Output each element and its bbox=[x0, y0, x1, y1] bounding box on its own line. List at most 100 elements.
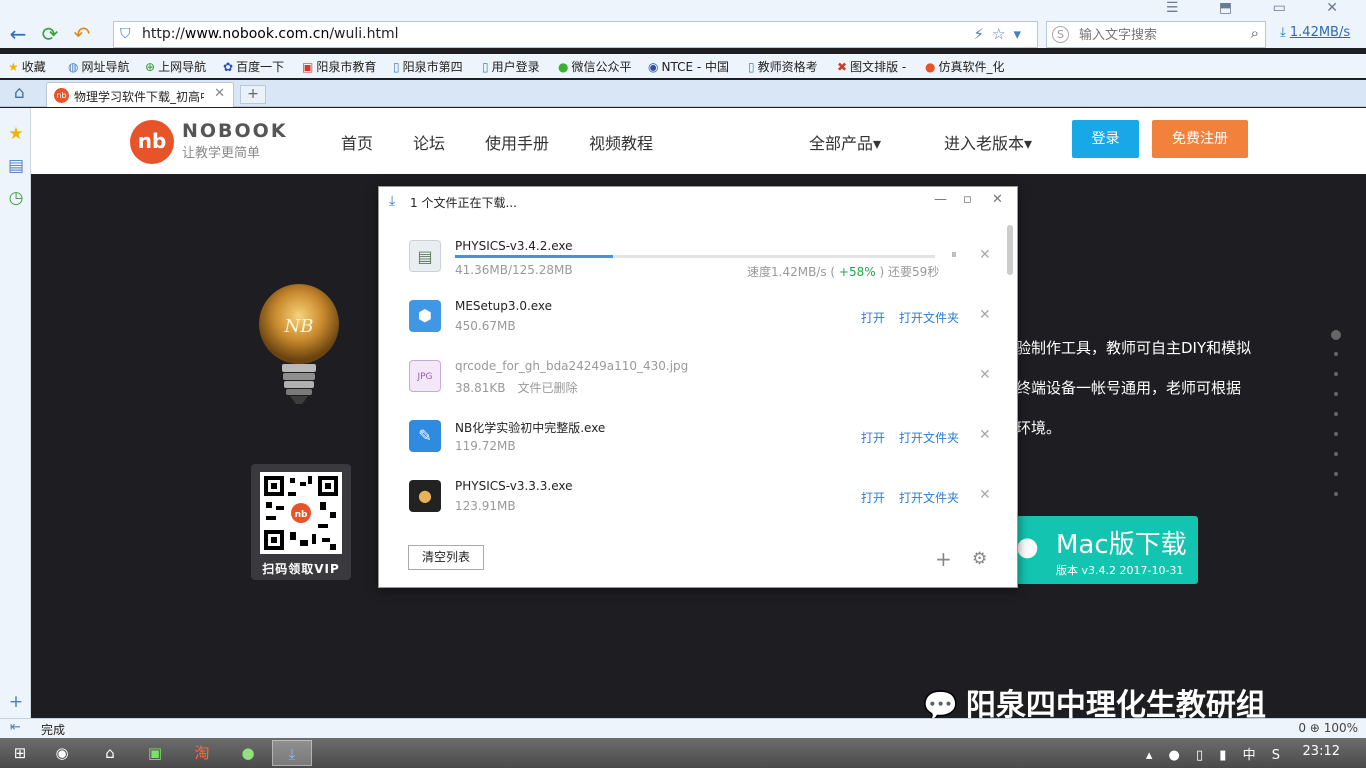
remove-icon[interactable]: ✕ bbox=[979, 487, 991, 503]
nav-products[interactable]: 全部产品▾ bbox=[809, 130, 881, 154]
download-rate-indicator[interactable]: ⤓ 1.42MB/s bbox=[1280, 25, 1350, 40]
nav-forum[interactable]: 论坛 bbox=[413, 130, 445, 154]
page-indicator-dot[interactable] bbox=[1334, 432, 1338, 436]
maximize-icon[interactable]: ▫ bbox=[963, 192, 972, 207]
page-indicator-dot[interactable] bbox=[1334, 472, 1338, 476]
download-row[interactable]: ● PHYSICS-v3.3.3.exe 123.91MB 打开 打开文件夹 ✕ bbox=[379, 467, 1009, 527]
clear-list-button[interactable]: 清空列表 bbox=[408, 545, 484, 570]
dialog-scrollbar[interactable] bbox=[1007, 225, 1013, 275]
close-icon[interactable]: ✕ bbox=[992, 192, 1003, 207]
refresh-icon[interactable]: ⟳ bbox=[38, 22, 62, 46]
file-name: qrcode_for_gh_bda24249a110_430.jpg bbox=[455, 359, 689, 373]
system-clock[interactable]: 23:12 bbox=[1303, 744, 1340, 759]
page-icon: ▯ bbox=[393, 60, 400, 74]
address-bar[interactable]: ⛉ http://www.nobook.com.cn/wuli.html ⚡☆▾ bbox=[113, 21, 1038, 48]
search-engine-icon[interactable]: S bbox=[1052, 26, 1069, 43]
nav-videos[interactable]: 视频教程 bbox=[589, 130, 653, 154]
address-tools[interactable]: ⚡☆▾ bbox=[973, 25, 1029, 43]
download-row[interactable]: JPG qrcode_for_gh_bda24249a110_430.jpg 3… bbox=[379, 347, 1009, 407]
bookmark-item[interactable]: ▯ 用户登录 bbox=[482, 58, 540, 75]
zoom-icon[interactable]: ⊕ bbox=[1310, 721, 1320, 735]
open-link[interactable]: 打开 bbox=[861, 489, 885, 506]
reading-list-icon[interactable]: ▤ bbox=[6, 156, 26, 176]
download-row[interactable]: ⬢ MESetup3.0.exe 450.67MB 打开 打开文件夹 ✕ bbox=[379, 287, 1009, 347]
nav-old-version[interactable]: 进入老版本▾ bbox=[944, 130, 1032, 154]
file-name: NB化学实验初中完整版.exe bbox=[455, 421, 606, 435]
taobao-icon[interactable]: 淘 bbox=[182, 740, 222, 766]
search-box[interactable]: S ⌕ bbox=[1046, 21, 1266, 48]
pause-icon[interactable]: ⏸ bbox=[951, 247, 957, 262]
home-app-icon[interactable]: ⌂ bbox=[90, 740, 130, 766]
home-icon[interactable]: ⌂ bbox=[14, 83, 25, 103]
bookmark-item[interactable]: ● 微信公众平 bbox=[558, 58, 632, 75]
nobook-logo-icon[interactable]: nb bbox=[130, 120, 174, 164]
back-arrow-icon[interactable]: ← bbox=[6, 22, 30, 46]
download-row[interactable]: ✎ NB化学实验初中完整版.exe 119.72MB 打开 打开文件夹 ✕ bbox=[379, 407, 1009, 467]
zoom-level[interactable]: 100% bbox=[1324, 721, 1358, 735]
wechat-app-icon[interactable]: ● bbox=[228, 740, 268, 766]
undo-icon[interactable]: ↶ bbox=[70, 22, 94, 46]
download-app-icon[interactable]: ⤓ bbox=[272, 740, 312, 766]
page-indicator-dot[interactable] bbox=[1334, 392, 1338, 396]
gear-icon[interactable]: ⚙ bbox=[972, 549, 987, 569]
bookmark-item[interactable]: ▯ 教师资格考 bbox=[748, 58, 818, 75]
apple-icon: ● bbox=[1016, 532, 1039, 562]
register-button[interactable]: 免费注册 bbox=[1152, 120, 1248, 158]
url-text[interactable]: http://www.nobook.com.cn/wuli.html bbox=[142, 26, 399, 42]
open-link[interactable]: 打开 bbox=[861, 429, 885, 446]
favorites-star-icon[interactable]: ★ bbox=[6, 124, 26, 144]
login-button[interactable]: 登录 bbox=[1072, 120, 1139, 158]
tab-title: 物理学习软件下载_初高中 bbox=[74, 90, 204, 104]
file-size: 450.67MB bbox=[455, 319, 516, 333]
bookmark-item[interactable]: ⊕ 上网导航 bbox=[145, 58, 206, 75]
new-tab-button[interactable]: + bbox=[240, 85, 266, 104]
system-tray[interactable]: ▴ ● ▯ ▮ 中 S bbox=[1146, 744, 1286, 763]
bookmark-item[interactable]: ✿ 百度一下 bbox=[223, 58, 284, 75]
remove-icon[interactable]: ✕ bbox=[979, 307, 991, 323]
vip-qr-card[interactable]: nb 扫码领取VIP bbox=[251, 464, 351, 580]
nav-home[interactable]: 首页 bbox=[341, 130, 373, 154]
open-folder-link[interactable]: 打开文件夹 bbox=[899, 489, 959, 506]
window-controls[interactable]: ☰ ⬒ ▭ ✕ bbox=[1166, 0, 1356, 16]
open-folder-link[interactable]: 打开文件夹 bbox=[899, 429, 959, 446]
mac-download-button[interactable]: ● Mac版下载 版本 v3.4.2 2017-10-31 bbox=[1016, 516, 1198, 584]
page-indicator-dot-active[interactable] bbox=[1331, 330, 1341, 340]
bookmark-item[interactable]: ★ 收藏 bbox=[8, 58, 46, 75]
download-row[interactable]: ▤ PHYSICS-v3.4.2.exe 41.36MB/125.28MB 速度… bbox=[379, 227, 1009, 287]
bookmark-item[interactable]: ◍ 网址导航 bbox=[68, 58, 130, 75]
bookmark-item[interactable]: ● 仿真软件_化 bbox=[925, 58, 1005, 75]
wechat-icon: ● bbox=[558, 60, 569, 74]
sogou-browser-icon[interactable]: ◉ bbox=[42, 740, 82, 766]
close-tab-icon[interactable]: ✕ bbox=[214, 86, 225, 101]
minimize-icon[interactable]: — bbox=[934, 192, 947, 207]
bookmark-item[interactable]: ✖ 图文排版 - bbox=[837, 58, 906, 75]
tab-active[interactable]: nb 物理学习软件下载_初高中 ✕ bbox=[46, 82, 234, 107]
search-icon[interactable]: ⌕ bbox=[1251, 24, 1259, 42]
green-app-icon[interactable]: ▣ bbox=[135, 740, 175, 766]
open-folder-link[interactable]: 打开文件夹 bbox=[899, 309, 959, 326]
open-link[interactable]: 打开 bbox=[861, 309, 885, 326]
page-indicator-dot[interactable] bbox=[1334, 372, 1338, 376]
remove-icon[interactable]: ✕ bbox=[979, 427, 991, 443]
page-indicator-dot[interactable] bbox=[1334, 412, 1338, 416]
bookmark-item[interactable]: ▣ 阳泉市教育 bbox=[302, 58, 376, 75]
add-download-icon[interactable]: + bbox=[935, 547, 952, 571]
page-indicator-dot[interactable] bbox=[1334, 452, 1338, 456]
tab-bar: ⌂ nb 物理学习软件下载_初高中 ✕ + bbox=[0, 80, 1366, 107]
windows-start-icon[interactable]: ⊞ bbox=[2, 740, 38, 766]
remove-icon[interactable]: ✕ bbox=[979, 247, 991, 263]
page-indicator-dot[interactable] bbox=[1334, 492, 1338, 496]
history-clock-icon[interactable]: ◷ bbox=[6, 188, 26, 208]
bookmark-item[interactable]: ◉ NTCE - 中国 bbox=[648, 58, 729, 75]
bookmark-item[interactable]: ▯ 阳泉市第四 bbox=[393, 58, 463, 75]
sidebar-add-icon[interactable]: + bbox=[6, 692, 26, 712]
remove-icon[interactable]: ✕ bbox=[979, 367, 991, 383]
layout-icon: ✖ bbox=[837, 60, 848, 74]
physics-app-icon: ● bbox=[409, 480, 441, 512]
search-input[interactable] bbox=[1079, 25, 1239, 45]
qr-code-image: nb bbox=[260, 472, 342, 554]
page-indicator-dot[interactable] bbox=[1334, 352, 1338, 356]
logo-name[interactable]: NOBOOK bbox=[182, 120, 288, 142]
nav-manual[interactable]: 使用手册 bbox=[485, 130, 549, 154]
sidebar-toggle-icon[interactable]: ⇤ bbox=[10, 720, 21, 735]
